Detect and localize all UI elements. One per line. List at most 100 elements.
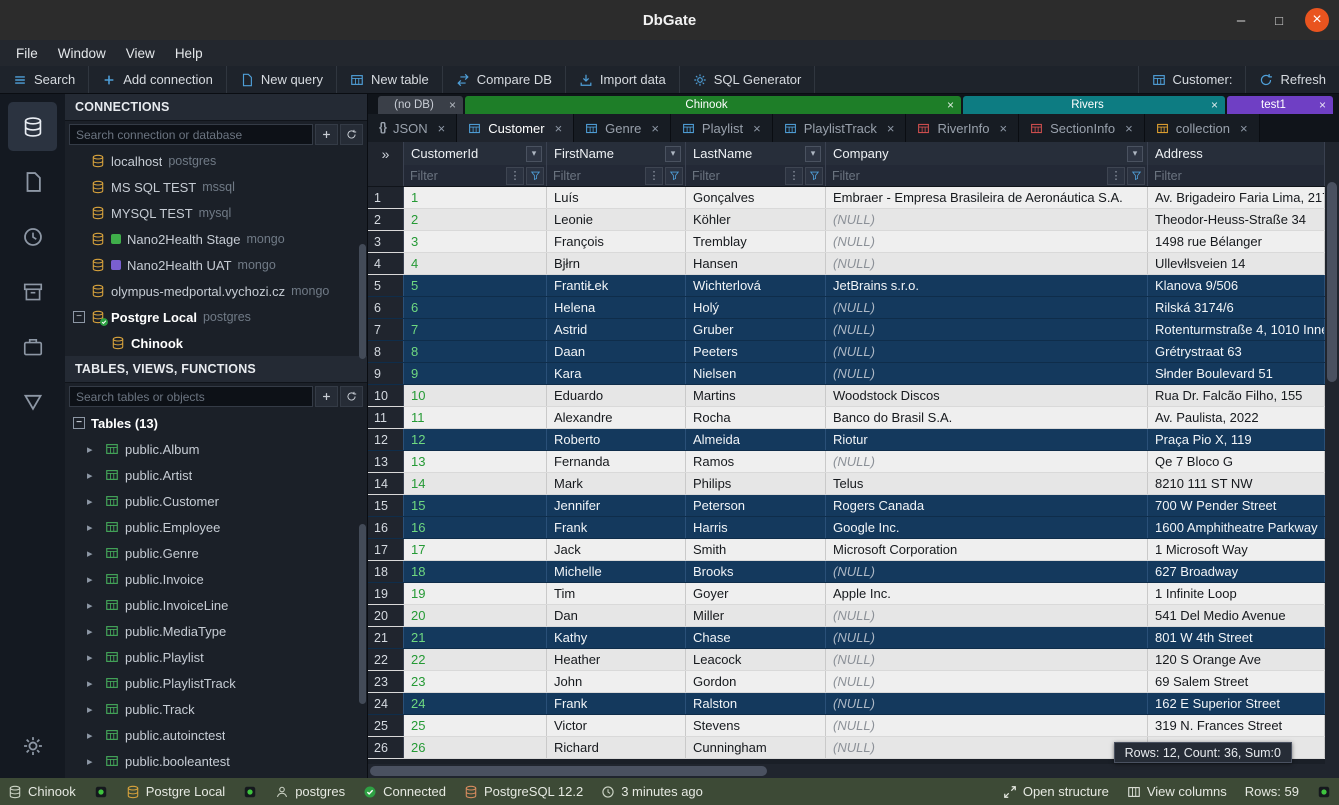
table-item-public-employee[interactable]: ▸public.Employee bbox=[65, 514, 367, 540]
sidebar-item-connections[interactable] bbox=[8, 102, 57, 151]
row-number[interactable]: 8 bbox=[368, 341, 404, 362]
cell-company[interactable]: (NULL) bbox=[826, 451, 1148, 472]
table-item-public-genre[interactable]: ▸public.Genre bbox=[65, 540, 367, 566]
chevron-right-icon[interactable]: ▸ bbox=[87, 547, 99, 560]
row-number[interactable]: 19 bbox=[368, 583, 404, 604]
row-number[interactable]: 3 bbox=[368, 231, 404, 252]
cell-customerid[interactable]: 23 bbox=[404, 671, 547, 692]
cell-address[interactable]: 1600 Amphitheatre Parkway bbox=[1148, 517, 1325, 538]
table-row[interactable]: 1818MichelleBrooks(NULL)627 Broadway bbox=[368, 561, 1325, 583]
cell-lastname[interactable]: Rocha bbox=[686, 407, 826, 428]
cell-lastname[interactable]: Martins bbox=[686, 385, 826, 406]
db-tab-rivers[interactable]: Rivers× bbox=[963, 96, 1225, 114]
cell-company[interactable]: (NULL) bbox=[826, 363, 1148, 384]
cell-address[interactable]: Rua Dr. Falcão Filho, 155 bbox=[1148, 385, 1325, 406]
cell-company[interactable]: (NULL) bbox=[826, 231, 1148, 252]
table-item-public-album[interactable]: ▸public.Album bbox=[65, 436, 367, 462]
cell-customerid[interactable]: 9 bbox=[404, 363, 547, 384]
cell-address[interactable]: 700 W Pender Street bbox=[1148, 495, 1325, 516]
toolbar-new-query-button[interactable]: New query bbox=[227, 66, 337, 93]
cell-customerid[interactable]: 2 bbox=[404, 209, 547, 230]
row-number[interactable]: 18 bbox=[368, 561, 404, 582]
row-number[interactable]: 5 bbox=[368, 275, 404, 296]
close-icon[interactable]: × bbox=[1319, 98, 1326, 112]
cell-company[interactable]: Embraer - Empresa Brasileira de Aeronáut… bbox=[826, 187, 1148, 208]
table-item-public-booleantest[interactable]: ▸public.booleantest bbox=[65, 748, 367, 774]
row-number[interactable]: 4 bbox=[368, 253, 404, 274]
row-number[interactable]: 12 bbox=[368, 429, 404, 450]
toolbar-search-button[interactable]: Search bbox=[0, 66, 89, 93]
column-header-address[interactable]: Address bbox=[1148, 142, 1325, 165]
cell-company[interactable]: (NULL) bbox=[826, 737, 1148, 758]
cell-customerid[interactable]: 10 bbox=[404, 385, 547, 406]
table-row[interactable]: 33FrançoisTremblay(NULL)1498 rue Bélange… bbox=[368, 231, 1325, 253]
row-number[interactable]: 22 bbox=[368, 649, 404, 670]
row-number[interactable]: 9 bbox=[368, 363, 404, 384]
row-number[interactable]: 13 bbox=[368, 451, 404, 472]
chevron-right-icon[interactable]: ▸ bbox=[87, 729, 99, 742]
table-row[interactable]: 55FrantiŁekWichterlováJetBrains s.r.o.Kl… bbox=[368, 275, 1325, 297]
cell-company[interactable]: Rogers Canada bbox=[826, 495, 1148, 516]
cell-address[interactable]: Rotenturmstraße 4, 1010 Innere Stadt bbox=[1148, 319, 1325, 340]
table-item-public-autoinctest[interactable]: ▸public.autoinctest bbox=[65, 722, 367, 748]
cell-firstname[interactable]: John bbox=[547, 671, 686, 692]
cell-firstname[interactable]: Leonie bbox=[547, 209, 686, 230]
menu-help[interactable]: Help bbox=[165, 43, 213, 64]
cell-firstname[interactable]: Alexandre bbox=[547, 407, 686, 428]
tab-genre[interactable]: Genre× bbox=[574, 114, 671, 142]
chevron-right-icon[interactable]: ▸ bbox=[87, 677, 99, 690]
cell-firstname[interactable]: Daan bbox=[547, 341, 686, 362]
filter-menu-icon[interactable]: ⋮ bbox=[1107, 167, 1125, 185]
cell-customerid[interactable]: 1 bbox=[404, 187, 547, 208]
cell-firstname[interactable]: Tim bbox=[547, 583, 686, 604]
cell-company[interactable]: Banco do Brasil S.A. bbox=[826, 407, 1148, 428]
close-icon[interactable]: × bbox=[438, 121, 446, 136]
cell-firstname[interactable]: Richard bbox=[547, 737, 686, 758]
tab-sectioninfo[interactable]: SectionInfo× bbox=[1019, 114, 1145, 142]
chevron-right-icon[interactable]: ▸ bbox=[87, 469, 99, 482]
chevron-right-icon[interactable]: ▸ bbox=[87, 625, 99, 638]
cell-customerid[interactable]: 21 bbox=[404, 627, 547, 648]
row-number[interactable]: 1 bbox=[368, 187, 404, 208]
chevron-right-icon[interactable]: ▸ bbox=[87, 443, 99, 456]
connection-item-ms-sql-test[interactable]: MS SQL TESTmssql bbox=[65, 174, 367, 200]
sidebar-item-single-database[interactable] bbox=[8, 377, 57, 426]
row-number[interactable]: 26 bbox=[368, 737, 404, 758]
table-row[interactable]: 1313FernandaRamos(NULL)Qe 7 Bloco G bbox=[368, 451, 1325, 473]
status-view-columns[interactable]: View columns bbox=[1127, 784, 1227, 799]
cell-lastname[interactable]: Wichterlová bbox=[686, 275, 826, 296]
cell-lastname[interactable]: Nielsen bbox=[686, 363, 826, 384]
column-header-company[interactable]: Company▾ bbox=[826, 142, 1148, 165]
table-item-public-playlist[interactable]: ▸public.Playlist bbox=[65, 644, 367, 670]
cell-firstname[interactable]: François bbox=[547, 231, 686, 252]
table-item-public-track[interactable]: ▸public.Track bbox=[65, 696, 367, 722]
cell-address[interactable]: Av. Paulista, 2022 bbox=[1148, 407, 1325, 428]
cell-company[interactable]: Riotur bbox=[826, 429, 1148, 450]
horizontal-scrollbar-thumb[interactable] bbox=[370, 766, 767, 776]
cell-address[interactable]: Klanova 9/506 bbox=[1148, 275, 1325, 296]
cell-lastname[interactable]: Cunningham bbox=[686, 737, 826, 758]
row-number[interactable]: 20 bbox=[368, 605, 404, 626]
column-header-firstname[interactable]: FirstName▾ bbox=[547, 142, 686, 165]
row-number[interactable]: 11 bbox=[368, 407, 404, 428]
cell-company[interactable]: Google Inc. bbox=[826, 517, 1148, 538]
close-icon[interactable]: × bbox=[1211, 98, 1218, 112]
cell-customerid[interactable]: 8 bbox=[404, 341, 547, 362]
filter-menu-icon[interactable]: ⋮ bbox=[645, 167, 663, 185]
minimize-button[interactable]: – bbox=[1229, 8, 1253, 32]
cell-customerid[interactable]: 15 bbox=[404, 495, 547, 516]
sidebar-item-saved-files[interactable] bbox=[8, 157, 57, 206]
cell-company[interactable]: (NULL) bbox=[826, 561, 1148, 582]
table-row[interactable]: 1010EduardoMartinsWoodstock DiscosRua Dr… bbox=[368, 385, 1325, 407]
table-row[interactable]: 1717JackSmithMicrosoft Corporation1 Micr… bbox=[368, 539, 1325, 561]
cell-address[interactable]: Słnder Boulevard 51 bbox=[1148, 363, 1325, 384]
table-row[interactable]: 22LeonieKöhler(NULL)Theodor-Heuss-Straße… bbox=[368, 209, 1325, 231]
row-number[interactable]: 24 bbox=[368, 693, 404, 714]
cell-address[interactable]: 1 Microsoft Way bbox=[1148, 539, 1325, 560]
menu-file[interactable]: File bbox=[6, 43, 48, 64]
row-number[interactable]: 10 bbox=[368, 385, 404, 406]
collapse-columns-button[interactable]: » bbox=[368, 142, 404, 165]
cell-address[interactable]: Praça Pio X, 119 bbox=[1148, 429, 1325, 450]
connection-item-nano2health-stage[interactable]: Nano2Health Stagemongo bbox=[65, 226, 367, 252]
table-row[interactable]: 66HelenaHolý(NULL)Rilská 3174/6 bbox=[368, 297, 1325, 319]
